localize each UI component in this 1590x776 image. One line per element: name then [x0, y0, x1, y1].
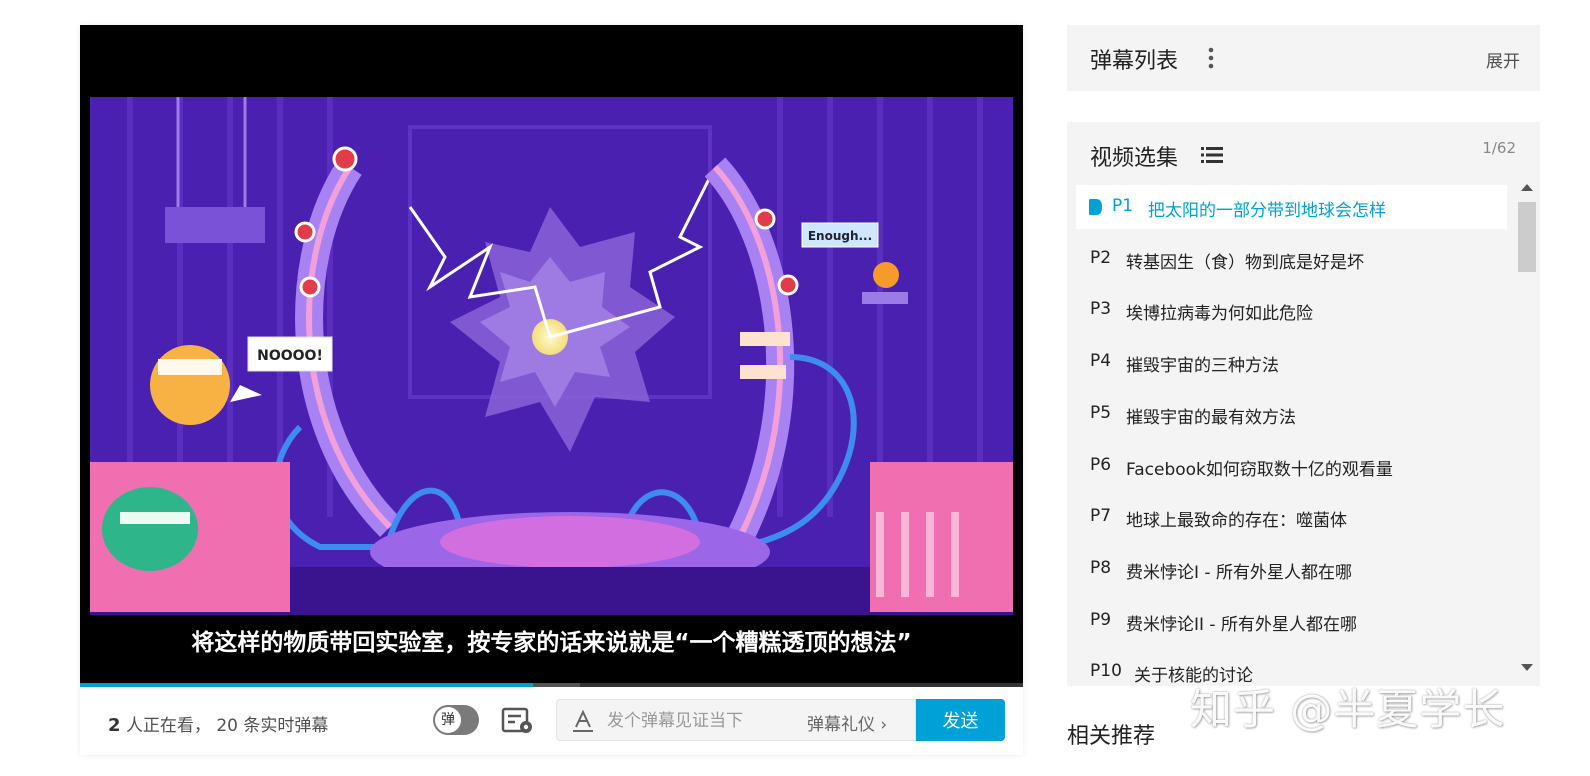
episode-title: 摧毁宇宙的三种方法 — [1126, 356, 1279, 377]
list-view-icon[interactable] — [1201, 146, 1223, 164]
episode-scrollbar[interactable] — [1515, 182, 1537, 686]
episode-item[interactable]: P7 地球上最致命的存在：噬菌体 — [1076, 495, 1507, 539]
danmaku-input[interactable] — [605, 708, 799, 734]
video-player[interactable]: NOOOO! Enough... 将这样的物质带回实验室，按专家的话来说就是“一… — [80, 25, 1023, 755]
danmaku-settings-icon[interactable] — [501, 707, 535, 735]
watermark: 知乎 @半夏学长 — [1190, 685, 1506, 734]
video-area[interactable]: NOOOO! Enough... 将这样的物质带回实验室，按专家的话来说就是“一… — [80, 25, 1023, 687]
danmaku-list-title: 弹幕列表 — [1090, 49, 1179, 74]
episode-number: P2 — [1090, 247, 1112, 268]
episodes-title: 视频选集 — [1090, 146, 1179, 171]
episode-number: P6 — [1090, 454, 1112, 475]
danmaku-toggle[interactable]: 弹 — [433, 705, 479, 735]
episode-item[interactable]: P1 把太阳的一部分带到地球会怎样 — [1076, 185, 1507, 229]
episode-number: P3 — [1090, 299, 1112, 320]
expand-button[interactable]: 展开 — [1486, 47, 1520, 72]
episode-title: 把太阳的一部分带到地球会怎样 — [1148, 201, 1386, 221]
danmaku-etiquette-link[interactable]: 弹幕礼仪 › — [807, 710, 887, 735]
danmaku-list-panel: 弹幕列表 展开 — [1067, 25, 1540, 91]
episode-title: 费米悖论I - 所有外星人都在哪 — [1126, 562, 1352, 583]
video-subtitle: 将这样的物质带回实验室，按专家的话来说就是“一个糟糕透顶的想法” — [191, 630, 912, 656]
scroll-up-arrow-icon[interactable] — [1521, 184, 1533, 191]
episode-item[interactable]: P4 摧毁宇宙的三种方法 — [1076, 340, 1507, 384]
chevron-right-icon: › — [880, 715, 888, 735]
viewer-count: 2 — [108, 715, 121, 736]
episode-number: P7 — [1090, 506, 1112, 527]
viewer-info: 2 人正在看， 20 条实时弹幕 — [108, 711, 328, 736]
episode-list: P1 把太阳的一部分带到地球会怎样 P2 转基因生（食）物到底是好是坏 P3 埃博拉病毒为… — [1076, 185, 1507, 686]
episodes-panel: 视频选集 1/62 P1 把太阳的一部分带到地球会怎样 P2 转基因生（食）物到底是好… — [1067, 122, 1540, 686]
bubble-right-text: Enough... — [808, 229, 872, 243]
episode-title: 费米悖论II - 所有外星人都在哪 — [1126, 614, 1357, 635]
more-options-icon[interactable] — [1207, 47, 1215, 69]
danmaku-input-box[interactable]: 弹幕礼仪 › — [556, 699, 916, 741]
episode-title: 摧毁宇宙的最有效方法 — [1126, 407, 1296, 428]
episode-item[interactable]: P8 费米悖论I - 所有外星人都在哪 — [1076, 547, 1507, 591]
episode-number: P10 — [1090, 661, 1122, 682]
send-button[interactable]: 发送 — [916, 699, 1005, 741]
playing-icon — [1089, 199, 1102, 215]
episode-count: 1/62 — [1482, 139, 1516, 157]
danmaku-count: 20 条实时弹幕 — [216, 716, 329, 736]
text-style-icon[interactable] — [571, 709, 595, 733]
episode-title: Facebook如何窃取数十亿的观看量 — [1126, 459, 1393, 480]
episode-number: P8 — [1090, 557, 1112, 578]
episode-title: 埃博拉病毒为何如此危险 — [1126, 304, 1313, 325]
episode-number: P9 — [1090, 609, 1112, 630]
etiquette-label: 弹幕礼仪 — [807, 715, 875, 735]
episode-number: P5 — [1090, 402, 1112, 423]
episode-title: 地球上最致命的存在：噬菌体 — [1126, 511, 1347, 532]
episode-item[interactable]: P5 摧毁宇宙的最有效方法 — [1076, 392, 1507, 436]
danmaku-toggle-knob: 弹 — [435, 707, 461, 733]
video-frame[interactable]: NOOOO! Enough... — [90, 97, 1013, 615]
episode-item[interactable]: P3 埃博拉病毒为何如此危险 — [1076, 288, 1507, 332]
episode-item[interactable]: P6 Facebook如何窃取数十亿的观看量 — [1076, 444, 1507, 488]
episode-title: 转基因生（食）物到底是好是坏 — [1126, 252, 1364, 273]
episode-number: P4 — [1090, 351, 1112, 372]
related-title: 相关推荐 — [1067, 724, 1156, 749]
scroll-thumb[interactable] — [1518, 202, 1536, 272]
episode-number: P1 — [1112, 196, 1134, 216]
scroll-down-arrow-icon[interactable] — [1521, 664, 1533, 671]
episode-item[interactable]: P2 转基因生（食）物到底是好是坏 — [1076, 237, 1507, 281]
viewer-text: 人正在看， — [125, 716, 211, 736]
danmaku-bar: 2 人正在看， 20 条实时弹幕 弹 弹幕礼仪 › 发送 — [80, 687, 1023, 755]
episode-item[interactable]: P9 费米悖论II - 所有外星人都在哪 — [1076, 599, 1507, 643]
bubble-left-text: NOOOO! — [257, 348, 323, 364]
